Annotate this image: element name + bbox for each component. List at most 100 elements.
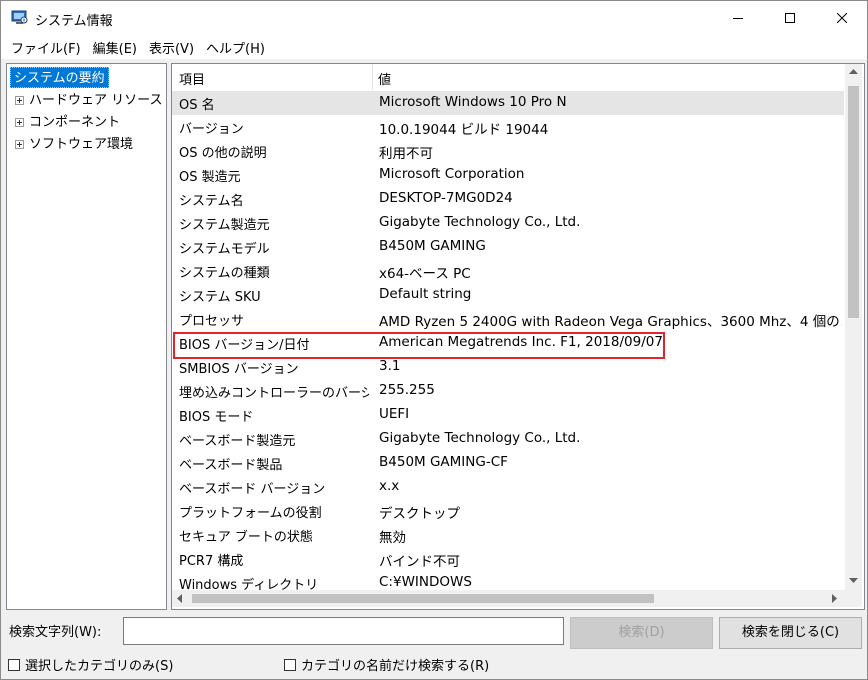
tree-item-label: ソフトウェア環境 bbox=[29, 137, 134, 152]
row-value-cell: AMD Ryzen 5 2400G with Radeon Vega Graph… bbox=[379, 314, 842, 330]
table-row[interactable]: BIOS バージョン/日付 American Megatrends Inc. F1… bbox=[172, 331, 844, 355]
column-divider[interactable] bbox=[372, 64, 373, 90]
table-row[interactable]: バージョン 10.0.19044 ビルド 19044 bbox=[172, 115, 844, 139]
checkbox-icon[interactable] bbox=[284, 658, 296, 671]
table-row[interactable]: プラットフォームの役割 デスクトップ bbox=[172, 499, 844, 523]
vertical-scroll-thumb[interactable] bbox=[848, 86, 859, 318]
row-item-cell: セキュア ブートの状態 bbox=[179, 530, 313, 545]
row-value-cell: x.x bbox=[379, 478, 400, 494]
menu-help[interactable]: ヘルプ(H) bbox=[200, 36, 271, 59]
search-button[interactable]: 検索(D) bbox=[570, 617, 713, 649]
expand-icon[interactable] bbox=[15, 118, 24, 127]
menu-edit[interactable]: 編集(E) bbox=[87, 36, 143, 59]
table-row[interactable]: ベースボード バージョン x.x bbox=[172, 475, 844, 499]
table-row[interactable]: OS 名 Microsoft Windows 10 Pro N bbox=[172, 91, 844, 115]
row-item-cell: システムモデル bbox=[179, 242, 270, 257]
category-tree[interactable]: システムの要約 ハードウェア リソース コンポーネント ソフトウェア環境 bbox=[6, 63, 167, 610]
scroll-down-icon bbox=[849, 578, 858, 583]
row-value-cell: Microsoft Windows 10 Pro N bbox=[379, 94, 567, 110]
row-value-cell: Gigabyte Technology Co., Ltd. bbox=[379, 430, 581, 446]
table-row[interactable]: PCR7 構成 バインド不可 bbox=[172, 547, 844, 571]
close-icon bbox=[837, 13, 847, 23]
row-value-cell: B450M GAMING-CF bbox=[379, 454, 508, 470]
list-header: 項目 値 bbox=[172, 64, 844, 90]
table-row[interactable]: プロセッサ AMD Ryzen 5 2400G with Radeon Vega … bbox=[172, 307, 844, 331]
row-item-cell: BIOS モード bbox=[179, 410, 254, 425]
row-value-cell: Gigabyte Technology Co., Ltd. bbox=[379, 214, 581, 230]
row-item-cell: システム SKU bbox=[179, 290, 261, 305]
row-value-cell: バインド不可 bbox=[379, 554, 460, 570]
row-value-cell: C:¥WINDOWS bbox=[379, 574, 472, 590]
selected-category-only-checkbox[interactable]: 選択したカテゴリのみ(S) bbox=[8, 655, 173, 674]
table-row[interactable]: システム SKU Default string bbox=[172, 283, 844, 307]
table-row[interactable]: システム製造元 Gigabyte Technology Co., Ltd. bbox=[172, 211, 844, 235]
row-item-cell: PCR7 構成 bbox=[179, 554, 244, 569]
checkbox-icon[interactable] bbox=[8, 658, 20, 671]
tree-item-label: ハードウェア リソース bbox=[29, 93, 163, 108]
row-item-cell: バージョン bbox=[179, 122, 244, 137]
table-row[interactable]: OS 製造元 Microsoft Corporation bbox=[172, 163, 844, 187]
row-item-cell: プロセッサ bbox=[179, 314, 245, 329]
maximize-icon bbox=[785, 13, 795, 23]
row-value-cell: American Megatrends Inc. F1, 2018/09/07 bbox=[379, 334, 663, 350]
row-value-cell: 3.1 bbox=[379, 358, 401, 374]
expand-icon[interactable] bbox=[15, 96, 24, 105]
row-value-cell: x64-ベース PC bbox=[379, 266, 471, 282]
system-info-app-icon bbox=[11, 10, 28, 25]
tree-item-components[interactable]: コンポーネント bbox=[15, 112, 120, 133]
scroll-up-icon bbox=[849, 69, 858, 74]
search-input[interactable] bbox=[123, 617, 564, 645]
row-item-cell: ベースボード製造元 bbox=[179, 434, 296, 449]
row-item-cell: BIOS バージョン/日付 bbox=[179, 338, 310, 353]
expand-icon[interactable] bbox=[15, 140, 24, 149]
minimize-button[interactable] bbox=[715, 1, 761, 35]
title-bar[interactable]: システム情報 bbox=[1, 1, 867, 35]
table-row[interactable]: セキュア ブートの状態 無効 bbox=[172, 523, 844, 547]
close-search-button[interactable]: 検索を閉じる(C) bbox=[719, 617, 862, 649]
maximize-button[interactable] bbox=[767, 1, 813, 35]
column-header-item[interactable]: 項目 bbox=[179, 69, 205, 88]
table-row[interactable]: ベースボード製品 B450M GAMING-CF bbox=[172, 451, 844, 475]
close-button[interactable] bbox=[819, 1, 865, 35]
menu-file[interactable]: ファイル(F) bbox=[5, 36, 87, 59]
row-value-cell: デスクトップ bbox=[379, 506, 460, 522]
row-item-cell: システム製造元 bbox=[179, 218, 270, 233]
search-label: 検索文字列(W): bbox=[9, 625, 102, 640]
list-rows: OS 名 Microsoft Windows 10 Pro N バージョン 10.0.… bbox=[172, 91, 844, 595]
column-header-value[interactable]: 値 bbox=[378, 69, 391, 88]
tree-item-software-environment[interactable]: ソフトウェア環境 bbox=[15, 134, 133, 155]
row-item-cell: システムの種類 bbox=[179, 266, 270, 281]
table-row[interactable]: SMBIOS バージョン 3.1 bbox=[172, 355, 844, 379]
row-item-cell: OS 製造元 bbox=[179, 170, 241, 185]
table-row[interactable]: ベースボード製造元 Gigabyte Technology Co., Ltd. bbox=[172, 427, 844, 451]
table-row[interactable]: システムモデル B450M GAMING bbox=[172, 235, 844, 259]
checkbox-label: カテゴリの名前だけ検索する(R) bbox=[301, 659, 490, 674]
scroll-left-icon bbox=[177, 594, 182, 603]
row-value-cell: 無効 bbox=[379, 530, 406, 546]
vertical-scrollbar[interactable] bbox=[845, 64, 862, 590]
row-item-cell: SMBIOS バージョン bbox=[179, 362, 299, 377]
scroll-right-icon bbox=[832, 594, 837, 603]
details-list[interactable]: 項目 値 OS 名 Microsoft Windows 10 Pro N バージョン… bbox=[171, 63, 865, 610]
tree-item-system-summary[interactable]: システムの要約 bbox=[10, 67, 109, 88]
table-row[interactable]: システム名 DESKTOP-7MG0D24 bbox=[172, 187, 844, 211]
category-names-only-checkbox[interactable]: カテゴリの名前だけ検索する(R) bbox=[284, 655, 489, 674]
row-value-cell: Microsoft Corporation bbox=[379, 166, 525, 182]
row-item-cell: ベースボード バージョン bbox=[179, 482, 326, 497]
tree-item-hardware-resources[interactable]: ハードウェア リソース bbox=[15, 90, 162, 111]
table-row[interactable]: BIOS モード UEFI bbox=[172, 403, 844, 427]
table-row[interactable]: システムの種類 x64-ベース PC bbox=[172, 259, 844, 283]
row-item-cell: 埋め込みコントローラーのバージョン bbox=[179, 386, 369, 401]
horizontal-scroll-thumb[interactable] bbox=[192, 594, 654, 603]
system-info-window: システム情報 ファイル(F) 編集(E) 表示(V) ヘルプ(H) システムの要… bbox=[0, 0, 868, 680]
row-value-cell: 10.0.19044 ビルド 19044 bbox=[379, 122, 549, 138]
row-value-cell: UEFI bbox=[379, 406, 410, 422]
window-title: システム情報 bbox=[35, 14, 113, 29]
checkbox-label: 選択したカテゴリのみ(S) bbox=[25, 659, 174, 674]
table-row[interactable]: OS の他の説明 利用不可 bbox=[172, 139, 844, 163]
menu-view[interactable]: 表示(V) bbox=[143, 36, 200, 59]
row-item-cell: ベースボード製品 bbox=[179, 458, 283, 473]
table-row[interactable]: 埋め込みコントローラーのバージョン 255.255 bbox=[172, 379, 844, 403]
tree-item-label: コンポーネント bbox=[29, 115, 121, 130]
horizontal-scrollbar[interactable] bbox=[172, 590, 845, 607]
